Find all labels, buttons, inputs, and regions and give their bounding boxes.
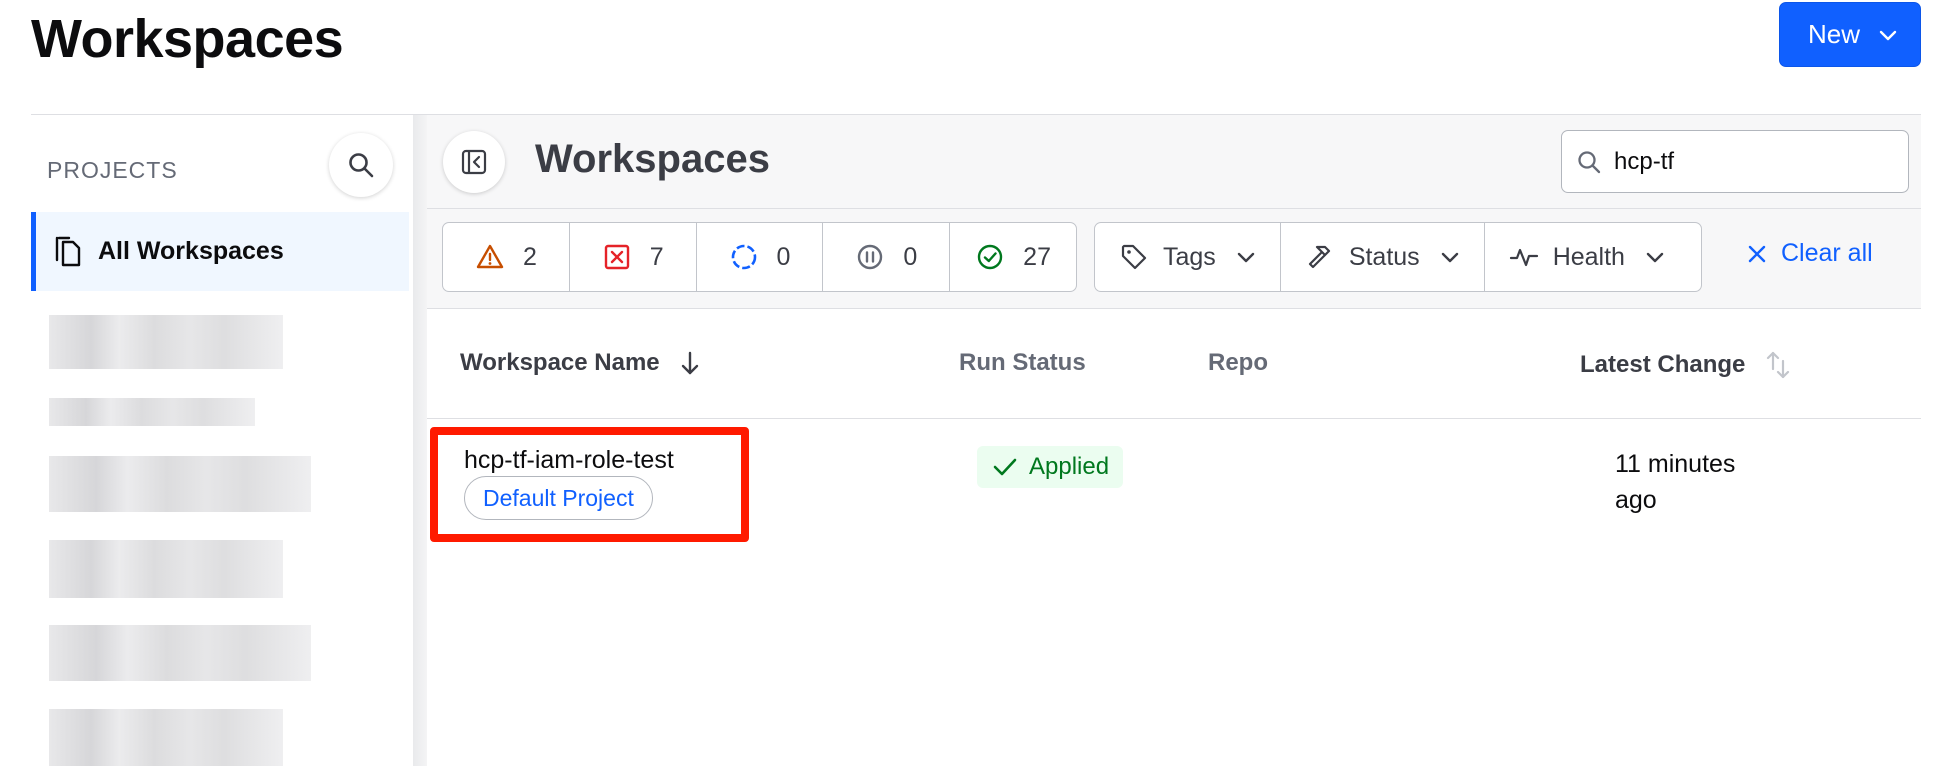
workspaces-panel: Workspaces 2 7 0 0 bbox=[427, 115, 1921, 766]
projects-label: PROJECTS bbox=[47, 157, 178, 183]
table-row[interactable]: hcp-tf-iam-role-test Default Project App… bbox=[427, 420, 1921, 542]
count-warning[interactable]: 2 bbox=[443, 223, 570, 291]
column-workspace-name[interactable]: Workspace Name bbox=[460, 349, 702, 377]
close-icon bbox=[1748, 245, 1766, 262]
workspace-search[interactable] bbox=[1561, 130, 1909, 193]
count-paused[interactable]: 0 bbox=[823, 223, 951, 291]
column-run-status: Run Status bbox=[959, 349, 1086, 377]
column-label: Workspace Name bbox=[460, 349, 660, 376]
count-paused-value: 0 bbox=[903, 242, 918, 271]
collapse-sidebar-button[interactable] bbox=[443, 131, 505, 193]
filter-status[interactable]: Status bbox=[1281, 223, 1485, 291]
blurred-project-item[interactable] bbox=[49, 540, 283, 598]
chevron-down-icon bbox=[1237, 252, 1255, 263]
chevron-down-icon bbox=[1441, 252, 1458, 263]
column-repo: Repo bbox=[1208, 349, 1268, 377]
blurred-project-item[interactable] bbox=[49, 398, 255, 426]
chevron-down-icon bbox=[1879, 30, 1897, 41]
count-warning-value: 2 bbox=[522, 242, 537, 271]
project-search-button[interactable] bbox=[329, 133, 393, 197]
count-success[interactable]: 27 bbox=[950, 223, 1076, 291]
table-header: Workspace Name Run Status Repo Latest Ch… bbox=[427, 309, 1921, 419]
count-error-value: 7 bbox=[649, 242, 664, 271]
latest-change-value: 11 minutes ago bbox=[1615, 450, 1736, 514]
count-running[interactable]: 0 bbox=[697, 223, 824, 291]
blurred-project-item[interactable] bbox=[49, 456, 311, 512]
tag-icon bbox=[1121, 244, 1147, 270]
document-icon bbox=[55, 236, 81, 266]
column-label: Repo bbox=[1208, 349, 1268, 376]
sidebar-item-all-workspaces[interactable]: All Workspaces bbox=[31, 212, 409, 291]
projects-sidebar: PROJECTS All Workspaces bbox=[31, 115, 413, 766]
count-error[interactable]: 7 bbox=[570, 223, 697, 291]
blurred-project-item[interactable] bbox=[49, 625, 311, 681]
collapse-panel-icon bbox=[461, 149, 487, 175]
filter-tags-label: Tags bbox=[1163, 242, 1216, 271]
filter-tags[interactable]: Tags bbox=[1095, 223, 1281, 291]
success-icon bbox=[977, 244, 1003, 270]
run-status-label: Applied bbox=[1029, 453, 1110, 480]
filter-dropdowns: Tags Status Health bbox=[1094, 222, 1702, 292]
blurred-project-item[interactable] bbox=[49, 709, 283, 766]
column-label: Latest Change bbox=[1580, 351, 1746, 378]
activity-icon bbox=[1509, 248, 1538, 267]
new-button-label: New bbox=[1808, 19, 1861, 49]
count-running-value: 0 bbox=[776, 242, 791, 271]
status-counts: 2 7 0 0 27 bbox=[442, 222, 1077, 292]
sidebar-item-label: All Workspaces bbox=[98, 237, 284, 265]
blurred-project-item[interactable] bbox=[49, 315, 283, 369]
search-icon bbox=[349, 153, 374, 178]
panel-title: Workspaces bbox=[535, 137, 770, 181]
count-success-value: 27 bbox=[1023, 242, 1051, 271]
error-icon bbox=[604, 244, 629, 270]
sort-down-icon bbox=[681, 351, 698, 375]
checkmark-icon bbox=[993, 458, 1017, 476]
running-icon bbox=[731, 244, 756, 270]
filter-status-label: Status bbox=[1348, 242, 1420, 271]
chevron-down-icon bbox=[1646, 252, 1664, 263]
sort-both-icon bbox=[1767, 351, 1790, 379]
filter-health[interactable]: Health bbox=[1485, 223, 1689, 291]
warning-icon bbox=[476, 244, 504, 269]
filter-bar: 2 7 0 0 27 Tags Status Health Clear all bbox=[427, 209, 1921, 309]
workspace-name-link[interactable]: hcp-tf-iam-role-test bbox=[464, 446, 674, 475]
sidebar-divider bbox=[413, 115, 427, 766]
paused-icon bbox=[858, 244, 883, 270]
column-latest-change[interactable]: Latest Change bbox=[1580, 349, 1793, 381]
filter-health-label: Health bbox=[1552, 242, 1625, 271]
project-badge[interactable]: Default Project bbox=[464, 476, 653, 520]
column-label: Run Status bbox=[959, 349, 1086, 376]
clear-all-label: Clear all bbox=[1781, 239, 1873, 267]
clear-all-button[interactable]: Clear all bbox=[1745, 239, 1873, 268]
run-status-badge: Applied bbox=[977, 446, 1124, 488]
panel-header: Workspaces bbox=[427, 115, 1921, 209]
search-input[interactable] bbox=[1614, 147, 1894, 176]
new-button[interactable]: New bbox=[1779, 2, 1921, 67]
search-icon bbox=[1578, 150, 1601, 173]
hammer-icon bbox=[1308, 245, 1330, 269]
page-title: Workspaces bbox=[31, 9, 344, 69]
